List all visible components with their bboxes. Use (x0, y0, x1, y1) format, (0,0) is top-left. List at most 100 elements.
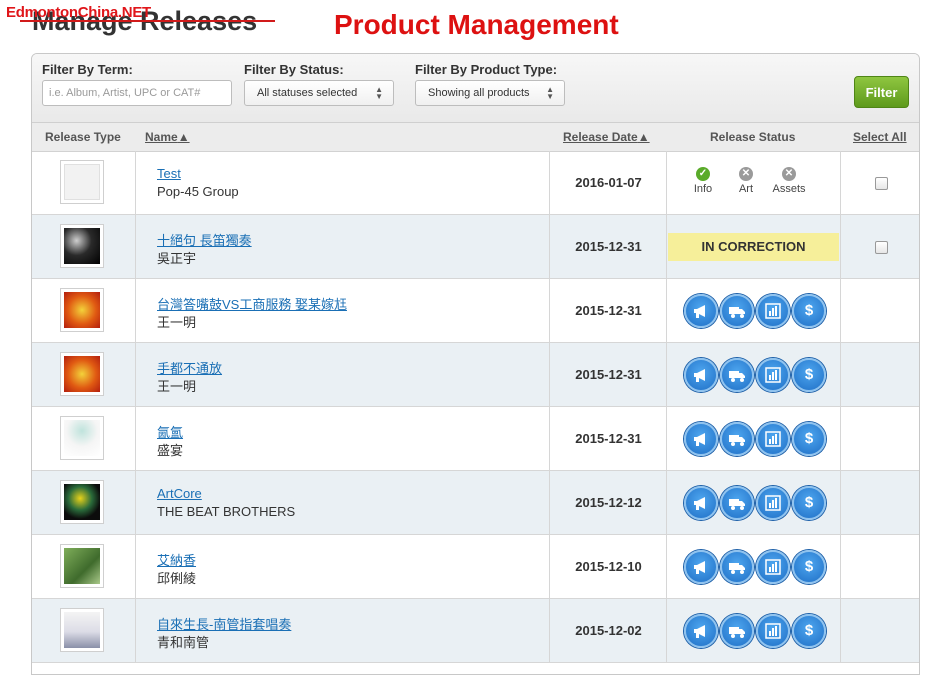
strikethrough-line (20, 20, 275, 22)
status-filter-label: Filter By Status: (244, 62, 344, 77)
release-artist: 吳正宇 (157, 251, 197, 266)
album-thumbnail[interactable] (60, 224, 104, 268)
truck-icon[interactable] (720, 358, 754, 392)
dollar-icon[interactable]: $ (792, 294, 826, 328)
release-date: 2015-12-31 (575, 239, 642, 254)
release-name-link[interactable]: 艾納香 (157, 550, 196, 569)
dollar-icon[interactable]: $ (792, 614, 826, 648)
megaphone-icon[interactable] (684, 486, 718, 520)
release-artist: 盛宴 (157, 443, 184, 458)
type-filter-label: Filter By Product Type: (415, 62, 558, 77)
release-name-link[interactable]: Test (157, 166, 181, 181)
table-row: 台灣答嘴鼓VS工商服務 娶某嫁尪 王一明 2015-12-31 $ (32, 279, 919, 343)
megaphone-icon[interactable] (684, 358, 718, 392)
release-name-link[interactable]: 十絕句 長笛獨奏 (157, 230, 252, 249)
truck-icon[interactable] (720, 550, 754, 584)
filter-bar: Filter By Term: Filter By Status: All st… (32, 54, 919, 123)
x-icon: ✕ (739, 167, 753, 181)
release-status: $ (667, 407, 841, 470)
release-name-link[interactable]: 台灣答嘴鼓VS工商服務 娶某嫁尪 (157, 294, 347, 313)
release-status: $ (667, 343, 841, 406)
release-name-link[interactable]: ArtCore (157, 486, 202, 501)
release-date: 2015-12-12 (575, 495, 642, 510)
table-row: 手都不通放 王一明 2015-12-31 $ (32, 343, 919, 407)
release-name-link[interactable]: 自來生長-南管指套唱奏 (157, 614, 291, 633)
dollar-icon[interactable]: $ (792, 358, 826, 392)
chart-icon[interactable] (756, 358, 790, 392)
assets-status: ✕ Assets (772, 167, 806, 195)
row-checkbox[interactable] (875, 177, 888, 190)
album-thumbnail[interactable] (60, 160, 104, 204)
dollar-icon[interactable]: $ (792, 486, 826, 520)
select-arrows-icon: ▲ ▼ (546, 85, 554, 101)
table-header: Release Type Name▲ Release Date▲ Release… (32, 123, 919, 152)
check-icon: ✓ (696, 167, 710, 181)
release-artist: THE BEAT BROTHERS (157, 504, 296, 519)
album-thumbnail[interactable] (60, 416, 104, 460)
megaphone-icon[interactable] (684, 294, 718, 328)
table-row: ArtCore THE BEAT BROTHERS 2015-12-12 $ (32, 471, 919, 535)
col-release-type: Release Type (45, 130, 121, 144)
release-name-link[interactable]: 氤氳 (157, 422, 183, 441)
truck-icon[interactable] (720, 486, 754, 520)
truck-icon[interactable] (720, 294, 754, 328)
release-artist: 邱俐綾 (157, 571, 197, 586)
dollar-icon[interactable]: $ (792, 550, 826, 584)
col-name-sort[interactable]: Name▲ (145, 130, 190, 144)
select-all-link[interactable]: Select All (853, 130, 907, 144)
in-correction-badge: IN CORRECTION (668, 233, 839, 261)
release-date: 2015-12-31 (575, 431, 642, 446)
release-status: $ (667, 471, 841, 534)
row-checkbox[interactable] (875, 241, 888, 254)
term-filter-label: Filter By Term: (42, 62, 133, 77)
chart-icon[interactable] (756, 294, 790, 328)
releases-table-body: Test Pop-45 Group 2016-01-07 ✓ Info ✕ Art … (32, 151, 919, 663)
table-row: 艾納香 邱俐綾 2015-12-10 $ (32, 535, 919, 599)
release-status: IN CORRECTION (667, 215, 841, 278)
table-row: Test Pop-45 Group 2016-01-07 ✓ Info ✕ Art … (32, 151, 919, 215)
x-icon: ✕ (782, 167, 796, 181)
album-thumbnail[interactable] (60, 608, 104, 652)
annotation-label: Product Management (334, 9, 619, 40)
release-date: 2016-01-07 (575, 175, 642, 190)
release-date: 2015-12-02 (575, 623, 642, 638)
col-date-sort[interactable]: Release Date▲ (563, 130, 650, 144)
release-artist: 青和南管 (157, 635, 210, 650)
album-thumbnail[interactable] (60, 352, 104, 396)
megaphone-icon[interactable] (684, 422, 718, 456)
release-date: 2015-12-31 (575, 303, 642, 318)
megaphone-icon[interactable] (684, 550, 718, 584)
chart-icon[interactable] (756, 486, 790, 520)
art-status: ✕ Art (738, 167, 754, 195)
table-row: 氤氳 盛宴 2015-12-31 $ (32, 407, 919, 471)
album-thumbnail[interactable] (60, 480, 104, 524)
release-artist: Pop-45 Group (157, 184, 239, 199)
release-date: 2015-12-10 (575, 559, 642, 574)
col-release-status: Release Status (710, 130, 796, 144)
chart-icon[interactable] (756, 550, 790, 584)
product-type-value: Showing all products (428, 87, 530, 99)
watermark: EdmontonChina.NET (6, 4, 151, 21)
status-select-value: All statuses selected (257, 87, 358, 99)
release-artist: 王一明 (157, 315, 197, 330)
info-status: ✓ Info (693, 167, 713, 195)
term-search-input[interactable] (42, 80, 232, 106)
release-status: $ (667, 599, 841, 662)
release-artist: 王一明 (157, 379, 197, 394)
table-row: 自來生長-南管指套唱奏 青和南管 2015-12-02 $ (32, 599, 919, 663)
releases-panel: Filter By Term: Filter By Status: All st… (31, 53, 920, 675)
chart-icon[interactable] (756, 614, 790, 648)
album-thumbnail[interactable] (60, 288, 104, 332)
release-name-link[interactable]: 手都不通放 (157, 358, 222, 377)
release-status: ✓ Info ✕ Art ✕ Assets (667, 151, 841, 214)
dollar-icon[interactable]: $ (792, 422, 826, 456)
truck-icon[interactable] (720, 422, 754, 456)
filter-button[interactable]: Filter (854, 76, 909, 108)
chart-icon[interactable] (756, 422, 790, 456)
album-thumbnail[interactable] (60, 544, 104, 588)
select-arrows-icon: ▲ ▼ (375, 85, 383, 101)
status-select[interactable]: All statuses selected ▲ ▼ (244, 80, 394, 106)
megaphone-icon[interactable] (684, 614, 718, 648)
product-type-select[interactable]: Showing all products ▲ ▼ (415, 80, 565, 106)
truck-icon[interactable] (720, 614, 754, 648)
